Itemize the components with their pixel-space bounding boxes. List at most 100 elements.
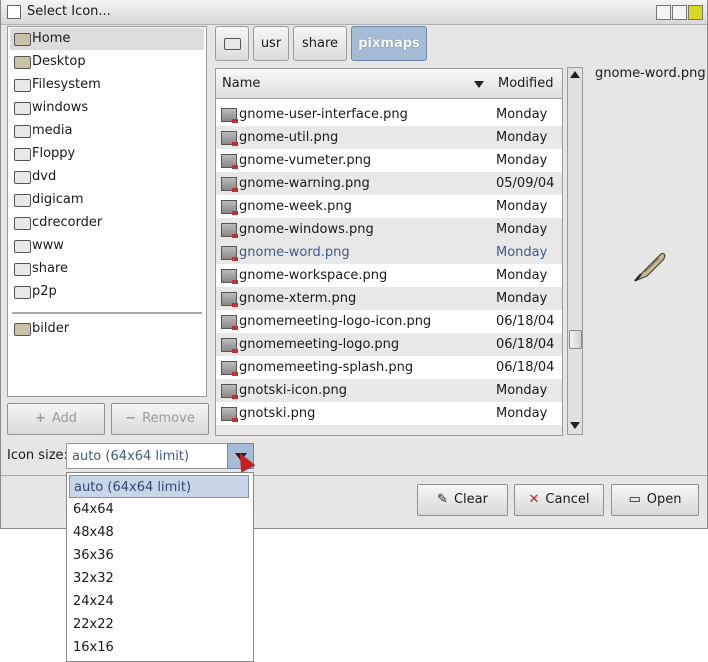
remove-label: Remove bbox=[142, 411, 195, 426]
column-header-name[interactable]: Name bbox=[216, 69, 493, 99]
sort-descending-icon bbox=[474, 81, 484, 88]
drive-icon bbox=[14, 240, 31, 253]
table-row[interactable]: gnome-warning.png 05/09/04 bbox=[216, 172, 562, 195]
menu-item-22x22[interactable]: 22x22 bbox=[69, 613, 249, 636]
clear-label: Clear bbox=[453, 492, 488, 507]
file-list-scrollbar[interactable] bbox=[567, 67, 583, 435]
file-list: Name Modified gnome-user-interface.png M… bbox=[215, 68, 563, 436]
sidebar-item-home[interactable]: Home bbox=[10, 28, 204, 50]
sidebar-item-label: p2p bbox=[32, 284, 57, 299]
sidebar-item-share[interactable]: share bbox=[10, 258, 204, 280]
sidebar-item-label: bilder bbox=[32, 321, 70, 336]
path-segment-usr[interactable]: usr bbox=[253, 26, 289, 61]
menu-item-48x48[interactable]: 48x48 bbox=[69, 521, 249, 544]
table-row-selected[interactable]: gnome-word.png Monday bbox=[216, 241, 562, 264]
open-folder-icon: ▭ bbox=[628, 492, 641, 507]
sidebar-item-bilder[interactable]: bilder bbox=[10, 318, 204, 340]
column-header-modified[interactable]: Modified bbox=[492, 69, 562, 99]
table-row[interactable]: gnotski-icon.png Monday bbox=[216, 379, 562, 402]
image-file-icon bbox=[221, 246, 238, 261]
table-row[interactable]: gnome-week.png Monday bbox=[216, 195, 562, 218]
open-button[interactable]: ▭ Open bbox=[611, 484, 699, 516]
open-label: Open bbox=[646, 492, 682, 507]
icon-size-combo[interactable]: auto (64x64 limit) bbox=[66, 443, 228, 469]
sidebar-item-cdrecorder[interactable]: cdrecorder bbox=[10, 212, 204, 234]
sidebar-item-label: dvd bbox=[32, 169, 57, 184]
table-row[interactable]: gnome-util.png Monday bbox=[216, 126, 562, 149]
maximize-button[interactable] bbox=[672, 5, 687, 20]
minimize-button[interactable] bbox=[656, 5, 671, 20]
file-modified: Monday bbox=[496, 222, 548, 237]
table-row[interactable]: gnome-user-interface.png Monday bbox=[216, 103, 562, 126]
table-row[interactable]: gnome-workspace.png Monday bbox=[216, 264, 562, 287]
sidebar-item-media[interactable]: media bbox=[10, 120, 204, 142]
sidebar-item-label: cdrecorder bbox=[32, 215, 103, 230]
table-row[interactable]: gnotski.png Monday bbox=[216, 402, 562, 425]
file-modified: Monday bbox=[496, 153, 548, 168]
menu-item-36x36[interactable]: 36x36 bbox=[69, 544, 249, 567]
file-name: gnome-word.png bbox=[239, 245, 350, 260]
image-file-icon bbox=[221, 154, 238, 169]
table-row[interactable]: gnome-vumeter.png Monday bbox=[216, 149, 562, 172]
table-row[interactable]: gnome-xterm.png Monday bbox=[216, 287, 562, 310]
table-row-partial[interactable] bbox=[216, 425, 562, 435]
sidebar-item-label: Floppy bbox=[32, 146, 76, 161]
file-name: gnome-windows.png bbox=[239, 222, 374, 237]
icon-size-dropdown-menu: auto (64x64 limit) 64x64 48x48 36x36 32x… bbox=[66, 472, 254, 662]
cancel-button[interactable]: ✕ Cancel bbox=[514, 484, 604, 516]
file-modified: Monday bbox=[496, 199, 548, 214]
sidebar-item-desktop[interactable]: Desktop bbox=[10, 51, 204, 73]
titlebar: Select Icon... bbox=[1, 0, 707, 25]
table-row[interactable]: gnome-windows.png Monday bbox=[216, 218, 562, 241]
scroll-up-arrow-icon[interactable] bbox=[570, 71, 580, 78]
image-file-icon bbox=[221, 384, 238, 399]
close-icon: ✕ bbox=[528, 492, 540, 507]
add-bookmark-button[interactable]: + Add bbox=[7, 403, 105, 435]
cancel-label: Cancel bbox=[545, 492, 590, 507]
file-name: gnome-week.png bbox=[239, 199, 352, 214]
menu-item-auto[interactable]: auto (64x64 limit) bbox=[69, 475, 249, 498]
menu-item-24x24[interactable]: 24x24 bbox=[69, 590, 249, 613]
menu-item-64x64[interactable]: 64x64 bbox=[69, 498, 249, 521]
menu-item-32x32[interactable]: 32x32 bbox=[69, 567, 249, 590]
sidebar-item-windows[interactable]: windows bbox=[10, 97, 204, 119]
window-menu-icon[interactable] bbox=[7, 5, 21, 19]
file-name: gnomemeeting-splash.png bbox=[239, 360, 414, 375]
sidebar-item-label: Desktop bbox=[32, 54, 86, 69]
drive-icon bbox=[14, 125, 31, 138]
path-segment-pixmaps[interactable]: pixmaps bbox=[351, 26, 427, 61]
table-row[interactable]: gnomemeeting-logo.png 06/18/04 bbox=[216, 333, 562, 356]
drive-icon bbox=[14, 148, 31, 161]
clear-button[interactable]: ✎ Clear bbox=[417, 484, 508, 516]
path-drive-button[interactable] bbox=[215, 26, 249, 61]
sidebar-item-dvd[interactable]: dvd bbox=[10, 166, 204, 188]
file-modified: Monday bbox=[496, 130, 548, 145]
file-modified: Monday bbox=[496, 107, 548, 122]
sidebar-item-p2p[interactable]: p2p bbox=[10, 281, 204, 303]
window-title: Select Icon... bbox=[27, 4, 111, 19]
file-modified: Monday bbox=[496, 245, 548, 260]
drive-icon bbox=[14, 286, 31, 299]
sidebar-item-label: digicam bbox=[32, 192, 84, 207]
sidebar-item-floppy[interactable]: Floppy bbox=[10, 143, 204, 165]
sidebar-item-digicam[interactable]: digicam bbox=[10, 189, 204, 211]
file-modified: Monday bbox=[496, 406, 548, 421]
file-name: gnotski-icon.png bbox=[239, 383, 347, 398]
close-button[interactable] bbox=[688, 5, 703, 20]
file-modified: Monday bbox=[496, 268, 548, 283]
scrollbar-thumb[interactable] bbox=[569, 330, 582, 349]
places-sidebar: Home Desktop Filesystem windows media Fl… bbox=[7, 26, 207, 397]
sidebar-item-filesystem[interactable]: Filesystem bbox=[10, 74, 204, 96]
menu-item-16x16[interactable]: 16x16 bbox=[69, 636, 249, 659]
file-modified: 05/09/04 bbox=[496, 176, 555, 191]
remove-bookmark-button[interactable]: − Remove bbox=[111, 403, 209, 435]
file-name: gnotski.png bbox=[239, 406, 316, 421]
path-segment-share[interactable]: share bbox=[293, 26, 347, 61]
icon-size-label: Icon size: bbox=[7, 448, 68, 463]
table-row[interactable]: gnomemeeting-splash.png 06/18/04 bbox=[216, 356, 562, 379]
image-file-icon bbox=[221, 108, 238, 123]
sidebar-item-www[interactable]: www bbox=[10, 235, 204, 257]
file-modified: Monday bbox=[496, 383, 548, 398]
scroll-down-arrow-icon[interactable] bbox=[570, 422, 580, 429]
table-row[interactable]: gnomemeeting-logo-icon.png 06/18/04 bbox=[216, 310, 562, 333]
